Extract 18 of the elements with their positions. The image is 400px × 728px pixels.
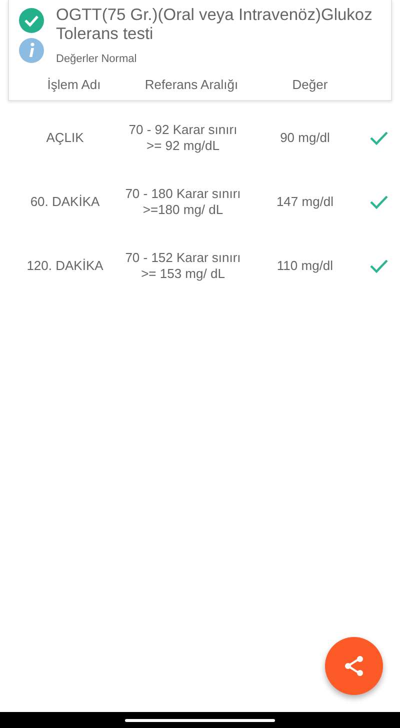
share-icon [342, 654, 366, 678]
column-header: Değer [292, 77, 328, 92]
table-cell: 90 mg/dl [280, 130, 330, 146]
home-handle[interactable] [125, 718, 275, 722]
table-cell-text: 70 - 152 Karar sınırı >= 153 mg/ dL [124, 250, 242, 282]
table-cell: 60. DAKİKA [30, 194, 100, 210]
test-title: OGTT(75 Gr.)(Oral veya Intravenöz)Glukoz Tolerans testi [56, 6, 374, 44]
table-cell: AÇLIK [46, 130, 84, 146]
column-header: İşlem Adı [47, 77, 101, 92]
table-cell: 147 mg/dl [276, 194, 334, 210]
column-header: Referans Aralığı [144, 77, 238, 92]
table-cell-text: 70 - 92 Karar sınırı >= 92 mg/dL [128, 122, 238, 154]
share-button[interactable] [325, 637, 383, 695]
info-icon [19, 38, 44, 63]
table-cell: 110 mg/dl [276, 258, 334, 274]
result-summary: Değerler Normal [56, 53, 138, 65]
table-cell-text: 70 - 180 Karar sınırı >=180 mg/ dL [124, 186, 242, 218]
table-cell: 120. DAKİKA [26, 258, 104, 274]
